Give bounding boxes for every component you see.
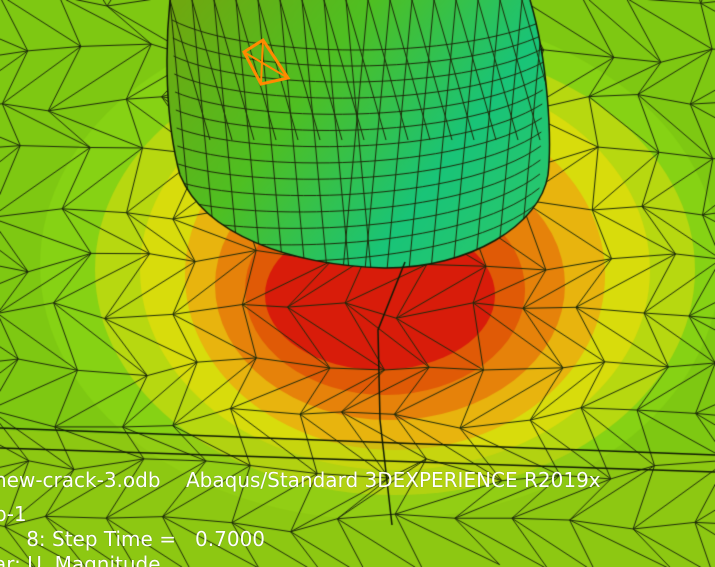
variable-label: ar: U Magnitude [0,552,161,567]
step-info-line: p-1 [0,503,27,525]
variable-info-line: ar: U Magnitude [0,553,161,567]
odb-info-line: new-crack-3.odb Abaqus/Standard 3DEXPERI… [0,469,601,491]
frame-info-line: : 8: Step Time = 0.7000 [0,528,265,550]
odb-name: new-crack-3.odb [0,468,161,492]
increment-label: 8: Step Time = [26,527,176,551]
step-time-value: 0.7000 [195,527,266,551]
solver-name: Abaqus/Standard 3DEXPERIENCE R2019x [185,468,601,492]
abaqus-viewport[interactable]: new-crack-3.odb Abaqus/Standard 3DEXPERI… [0,0,715,567]
step-label: p-1 [0,502,27,526]
